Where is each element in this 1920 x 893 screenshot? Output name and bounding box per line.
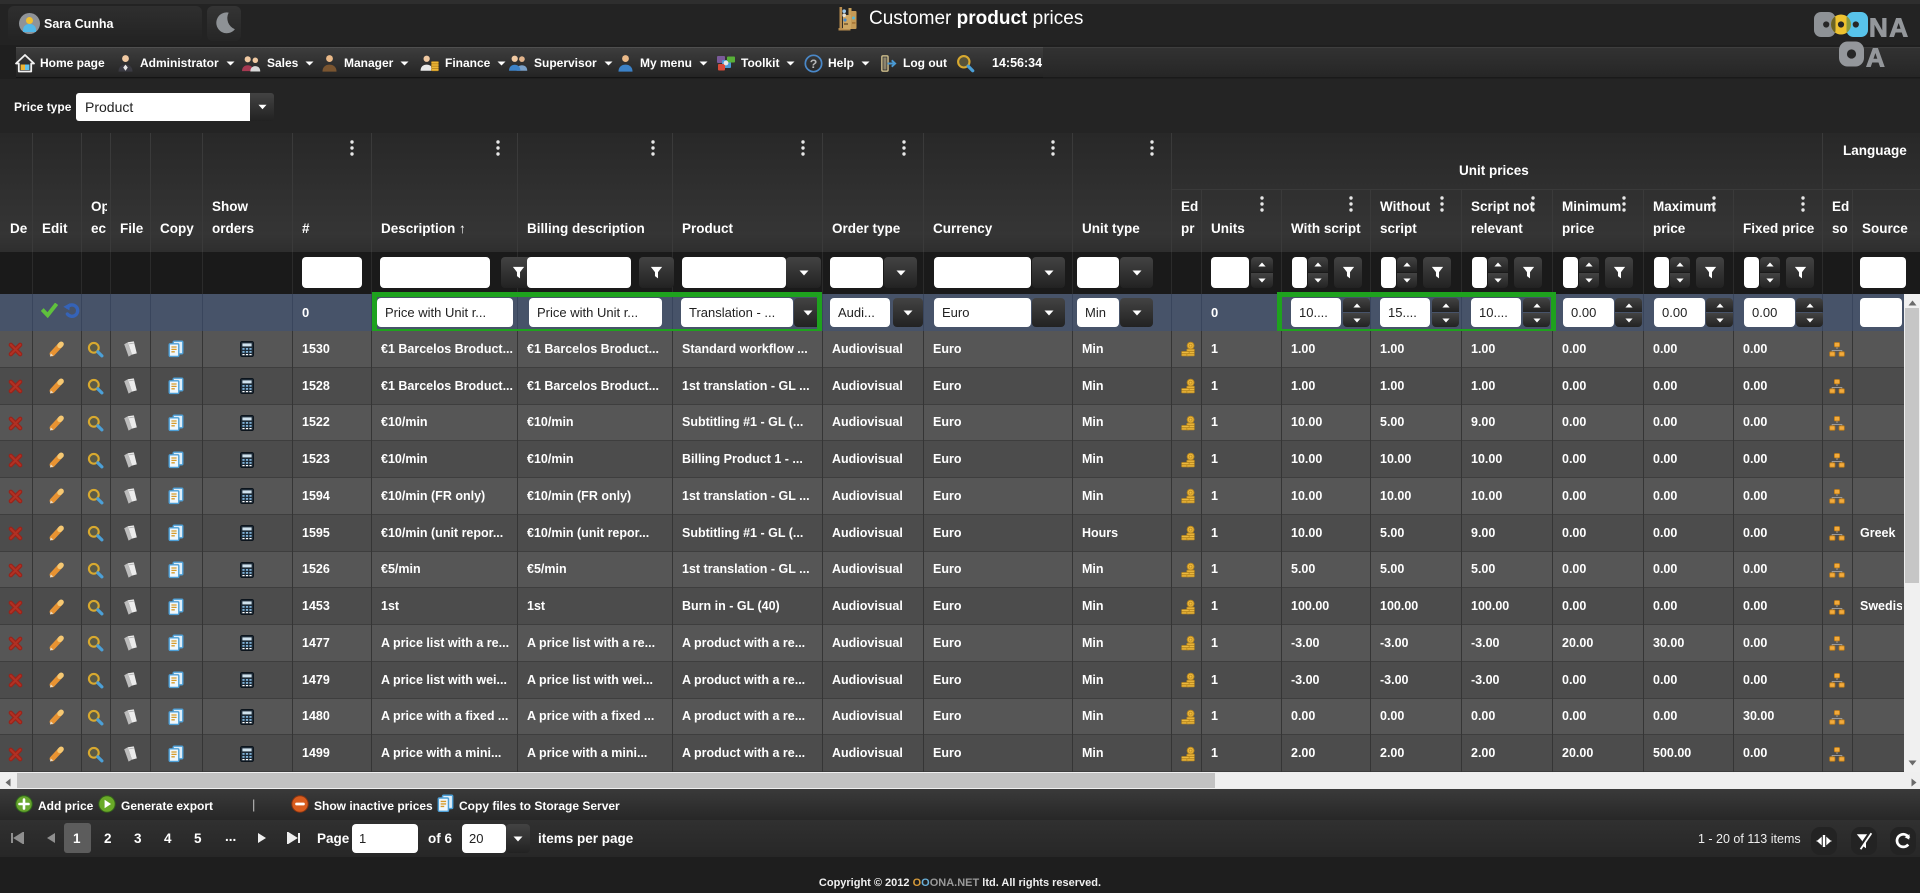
svg-text:A: A (1866, 43, 1885, 71)
svg-text:NA: NA (1869, 13, 1910, 43)
